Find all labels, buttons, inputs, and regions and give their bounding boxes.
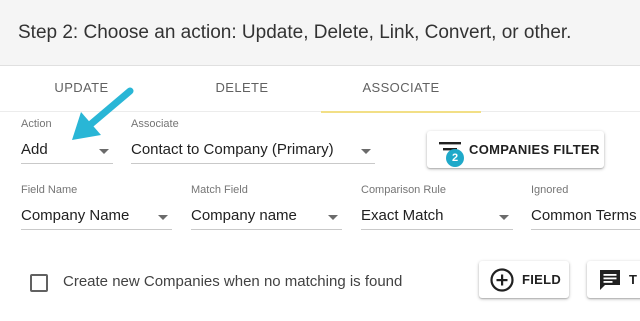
tab-update[interactable]: UPDATE — [0, 66, 163, 112]
ignored-label: Ignored — [531, 184, 569, 196]
match-field-label: Match Field — [191, 184, 248, 196]
match-field-select-value: Company name — [191, 207, 297, 224]
tab-indicator — [0, 111, 163, 113]
match-field-select[interactable]: Company name — [191, 202, 342, 230]
tab-indicator — [163, 111, 321, 113]
tab-associate[interactable]: ASSOCIATE — [321, 66, 481, 113]
message-text-icon — [600, 270, 620, 290]
step-header: Step 2: Choose an action: Update, Delete… — [0, 0, 640, 66]
companies-filter-button[interactable]: 2 COMPANIES FILTER — [427, 131, 604, 168]
tab-associate-label: ASSOCIATE — [362, 80, 440, 95]
companies-filter-label: COMPANIES FILTER — [469, 142, 600, 157]
action-tabs: UPDATE DELETE ASSOCIATE — [0, 66, 640, 113]
add-field-label: FIELD — [522, 272, 562, 287]
filter-count-badge: 2 — [446, 149, 464, 167]
field-name-select[interactable]: Company Name — [21, 202, 172, 230]
chevron-down-icon — [328, 215, 338, 220]
template-button[interactable]: T — [587, 261, 640, 298]
tab-update-label: UPDATE — [54, 80, 109, 95]
field-name-select-value: Company Name — [21, 207, 130, 224]
action-select[interactable]: Add — [21, 136, 113, 164]
chevron-down-icon — [99, 149, 109, 154]
comparison-rule-select[interactable]: Exact Match — [361, 202, 513, 230]
chevron-down-icon — [158, 215, 168, 220]
tab-indicator-active — [321, 111, 481, 113]
tab-delete[interactable]: DELETE — [163, 66, 321, 112]
associate-label: Associate — [131, 118, 179, 130]
tab-delete-label: DELETE — [215, 80, 269, 95]
template-button-label: T — [629, 272, 638, 287]
action-label: Action — [21, 118, 52, 130]
comparison-rule-label: Comparison Rule — [361, 184, 446, 196]
create-new-companies-checkbox[interactable] — [30, 274, 48, 292]
add-field-button[interactable]: FIELD — [479, 261, 569, 298]
comparison-rule-select-value: Exact Match — [361, 207, 444, 224]
chevron-down-icon — [361, 149, 371, 154]
field-name-label: Field Name — [21, 184, 78, 196]
associate-select[interactable]: Contact to Company (Primary) — [131, 136, 375, 164]
ignored-select[interactable]: Common Terms — [531, 202, 640, 230]
add-circle-outline-icon — [490, 268, 514, 292]
chevron-down-icon — [499, 215, 509, 220]
associate-select-value: Contact to Company (Primary) — [131, 141, 334, 158]
step-title: Step 2: Choose an action: Update, Delete… — [18, 22, 572, 43]
action-select-value: Add — [21, 141, 48, 158]
ignored-select-value: Common Terms — [531, 207, 637, 224]
create-new-companies-label: Create new Companies when no matching is… — [63, 273, 403, 290]
